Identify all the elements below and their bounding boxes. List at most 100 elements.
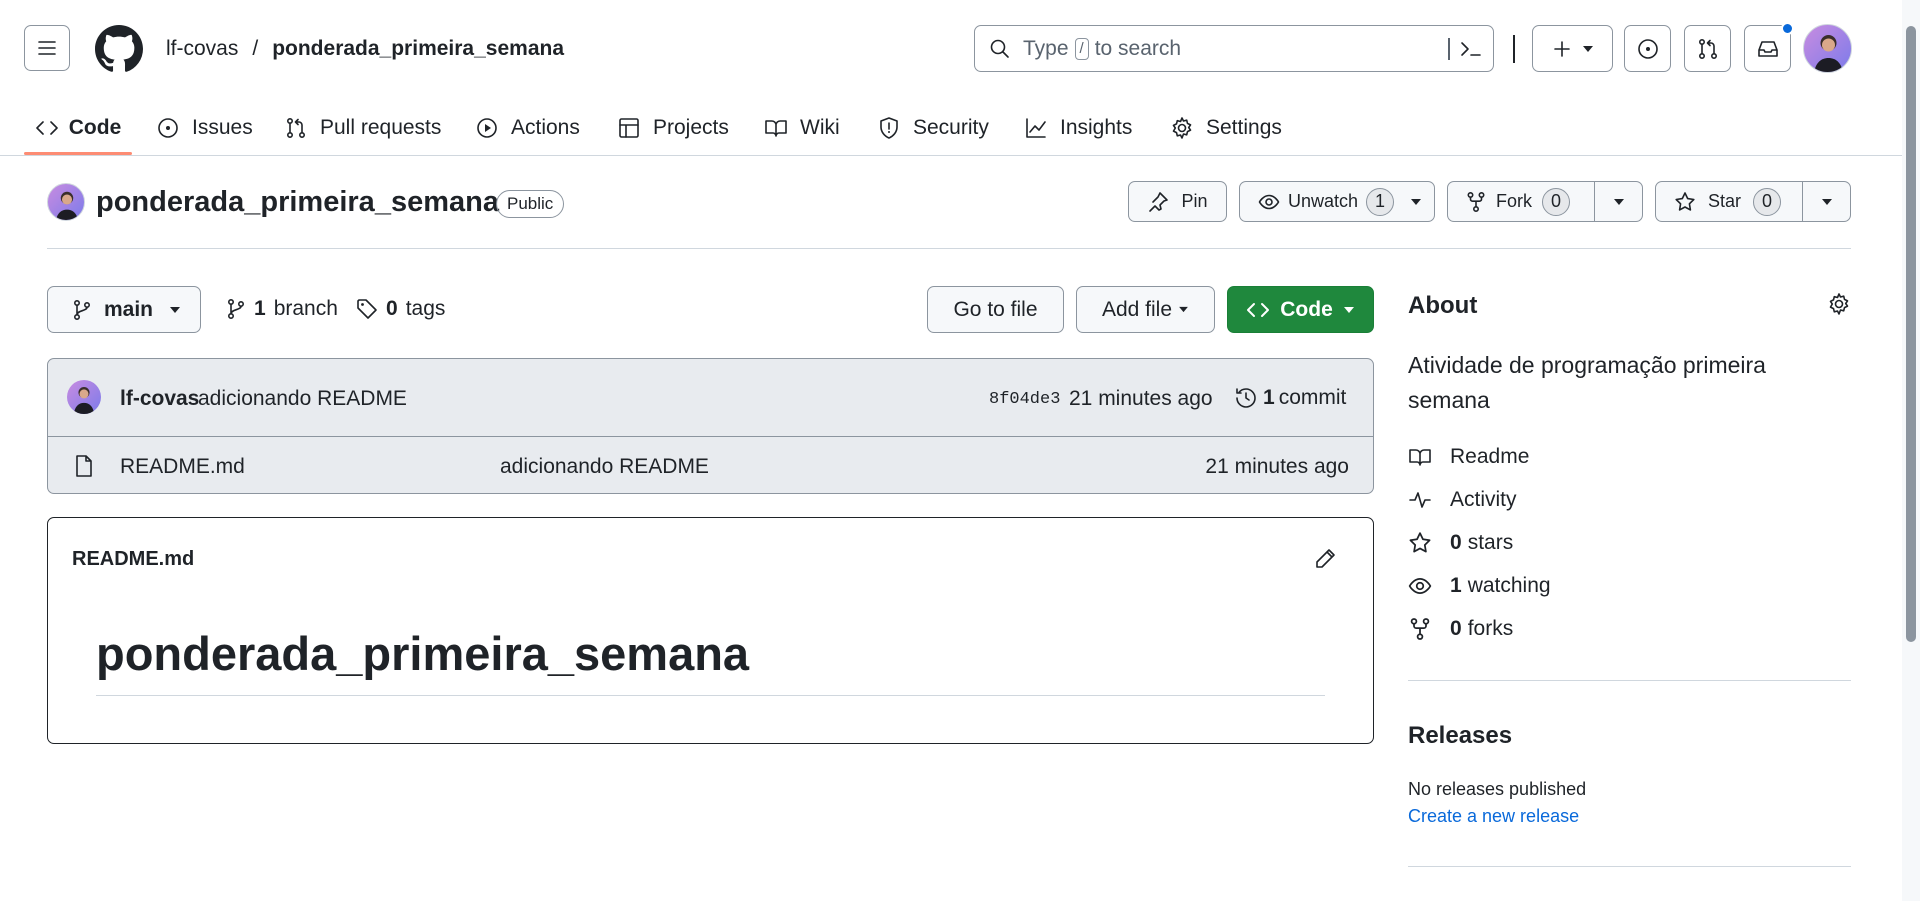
releases-title[interactable]: Releases	[1408, 722, 1512, 750]
pull-requests-button[interactable]	[1684, 25, 1731, 72]
fork-dropdown-button[interactable]	[1594, 181, 1643, 222]
tab-projects[interactable]: Projects	[617, 99, 729, 156]
commit-sha[interactable]: 8f04de3	[989, 390, 1060, 409]
repo-forked-icon	[1467, 191, 1485, 212]
branches-link[interactable]: 1 branch	[226, 297, 338, 321]
star-dropdown-button[interactable]	[1802, 181, 1851, 222]
go-to-file-label: Go to file	[953, 297, 1038, 321]
tab-security[interactable]: Security	[877, 99, 989, 156]
caret-down-icon	[1582, 45, 1593, 52]
tab-code[interactable]: Code	[24, 99, 132, 156]
caret-down-icon	[1613, 198, 1624, 205]
add-file-button[interactable]: Add file	[1076, 286, 1215, 333]
git-branch-icon	[227, 298, 245, 320]
user-avatar[interactable]	[1803, 24, 1852, 73]
activity-link[interactable]: Activity	[1408, 488, 1517, 512]
tab-insights[interactable]: Insights	[1024, 99, 1132, 156]
activity-link-label: Activity	[1450, 488, 1517, 511]
sidebar-divider	[1408, 680, 1851, 681]
plus-icon	[1553, 40, 1570, 57]
file-list: lf-covas adicionando README 8f04de3 21 m…	[47, 358, 1374, 494]
unwatch-button[interactable]: Unwatch 1	[1239, 181, 1435, 222]
readme-link[interactable]: Readme	[1408, 445, 1529, 469]
tab-issues-label: Issues	[192, 115, 253, 139]
pin-button[interactable]: Pin	[1128, 181, 1227, 222]
star-icon	[1675, 191, 1695, 211]
go-to-file-button[interactable]: Go to file	[927, 286, 1064, 333]
create-release-link[interactable]: Create a new release	[1408, 806, 1579, 827]
stars-label: stars	[1467, 531, 1514, 554]
file-row[interactable]: README.md adicionando README 21 minutes …	[48, 438, 1373, 493]
code-button[interactable]: Code	[1227, 286, 1374, 333]
about-description: Atividade de programação primeira semana	[1408, 352, 1766, 413]
file-commit-message[interactable]: adicionando README	[500, 455, 709, 479]
search-input[interactable]: Type / to search	[974, 25, 1494, 72]
header-divider	[1513, 35, 1515, 63]
search-divider	[1448, 38, 1450, 60]
command-palette-icon[interactable]	[1459, 38, 1483, 60]
commit-history-link[interactable]: 1 commit	[1233, 385, 1346, 411]
avatar-figure	[73, 386, 95, 414]
file-time: 21 minutes ago	[1205, 455, 1349, 478]
watching-link[interactable]: 1 watching	[1408, 574, 1551, 598]
readme-filename[interactable]: README.md	[72, 548, 194, 571]
breadcrumb: lf-covas / ponderada_primeira_semana	[166, 37, 564, 61]
eye-icon	[1408, 578, 1432, 594]
caret-down-icon	[170, 306, 181, 313]
forks-link[interactable]: 0 forks	[1408, 617, 1513, 641]
github-logo[interactable]	[95, 25, 143, 73]
stars-link[interactable]: 0 stars	[1408, 531, 1513, 555]
repo-title[interactable]: ponderada_primeira_semana	[96, 186, 499, 219]
shield-icon	[880, 116, 898, 139]
file-name[interactable]: README.md	[120, 455, 245, 479]
search-placeholder-prefix: Type	[1023, 36, 1069, 60]
pin-icon	[1149, 191, 1169, 212]
scrollbar-track[interactable]	[1902, 0, 1920, 901]
commit-author-avatar[interactable]	[67, 380, 101, 414]
avatar-figure	[56, 191, 78, 220]
pencil-icon[interactable]	[1314, 546, 1338, 570]
git-pull-request-icon	[1698, 38, 1717, 59]
tab-pull-requests-label: Pull requests	[320, 115, 442, 139]
inbox-icon	[1757, 40, 1778, 57]
issue-opened-icon	[1637, 38, 1658, 59]
issue-opened-icon	[158, 117, 178, 138]
fork-button[interactable]: Fork 0	[1447, 181, 1595, 222]
tab-actions[interactable]: Actions	[475, 99, 580, 156]
table-icon	[619, 117, 639, 138]
tab-insights-label: Insights	[1060, 115, 1133, 139]
watching-count: 1	[1450, 574, 1462, 597]
gear-icon[interactable]	[1827, 292, 1851, 316]
tab-settings-label: Settings	[1206, 115, 1282, 139]
visibility-badge: Public	[496, 190, 565, 218]
breadcrumb-repo[interactable]: ponderada_primeira_semana	[272, 37, 564, 61]
breadcrumb-owner[interactable]: lf-covas	[166, 37, 238, 61]
commit-message[interactable]: adicionando README	[198, 387, 407, 411]
menu-button[interactable]	[24, 25, 70, 71]
branch-selector[interactable]: main	[47, 286, 201, 333]
file-icon	[76, 455, 92, 477]
readme-heading-rule	[96, 695, 1325, 696]
scrollbar-thumb[interactable]	[1906, 26, 1916, 642]
commit-author[interactable]: lf-covas	[120, 387, 199, 411]
tags-link[interactable]: 0 tags	[356, 297, 445, 321]
tab-wiki[interactable]: Wiki	[764, 99, 840, 156]
issues-button[interactable]	[1624, 25, 1671, 72]
star-button[interactable]: Star 0	[1655, 181, 1803, 222]
active-tab-underline	[24, 152, 132, 155]
repo-nav: Code Issues Pull requests Actions Projec…	[0, 99, 1920, 156]
branch-name: main	[104, 297, 154, 321]
create-new-button[interactable]	[1532, 25, 1613, 72]
readme-link-label: Readme	[1450, 445, 1530, 468]
tab-pull-requests[interactable]: Pull requests	[284, 99, 441, 156]
search-key-hint: /	[1074, 37, 1089, 60]
branch-label: branch	[273, 297, 338, 320]
breadcrumb-separator: /	[252, 37, 259, 60]
tab-issues[interactable]: Issues	[156, 99, 253, 156]
caret-down-icon	[1343, 306, 1354, 313]
caret-down-icon	[1179, 306, 1188, 313]
github-mark-icon	[95, 25, 143, 72]
repo-owner-avatar[interactable]	[47, 183, 85, 221]
tab-settings[interactable]: Settings	[1170, 99, 1282, 156]
search-placeholder-suffix: to search	[1094, 36, 1182, 60]
